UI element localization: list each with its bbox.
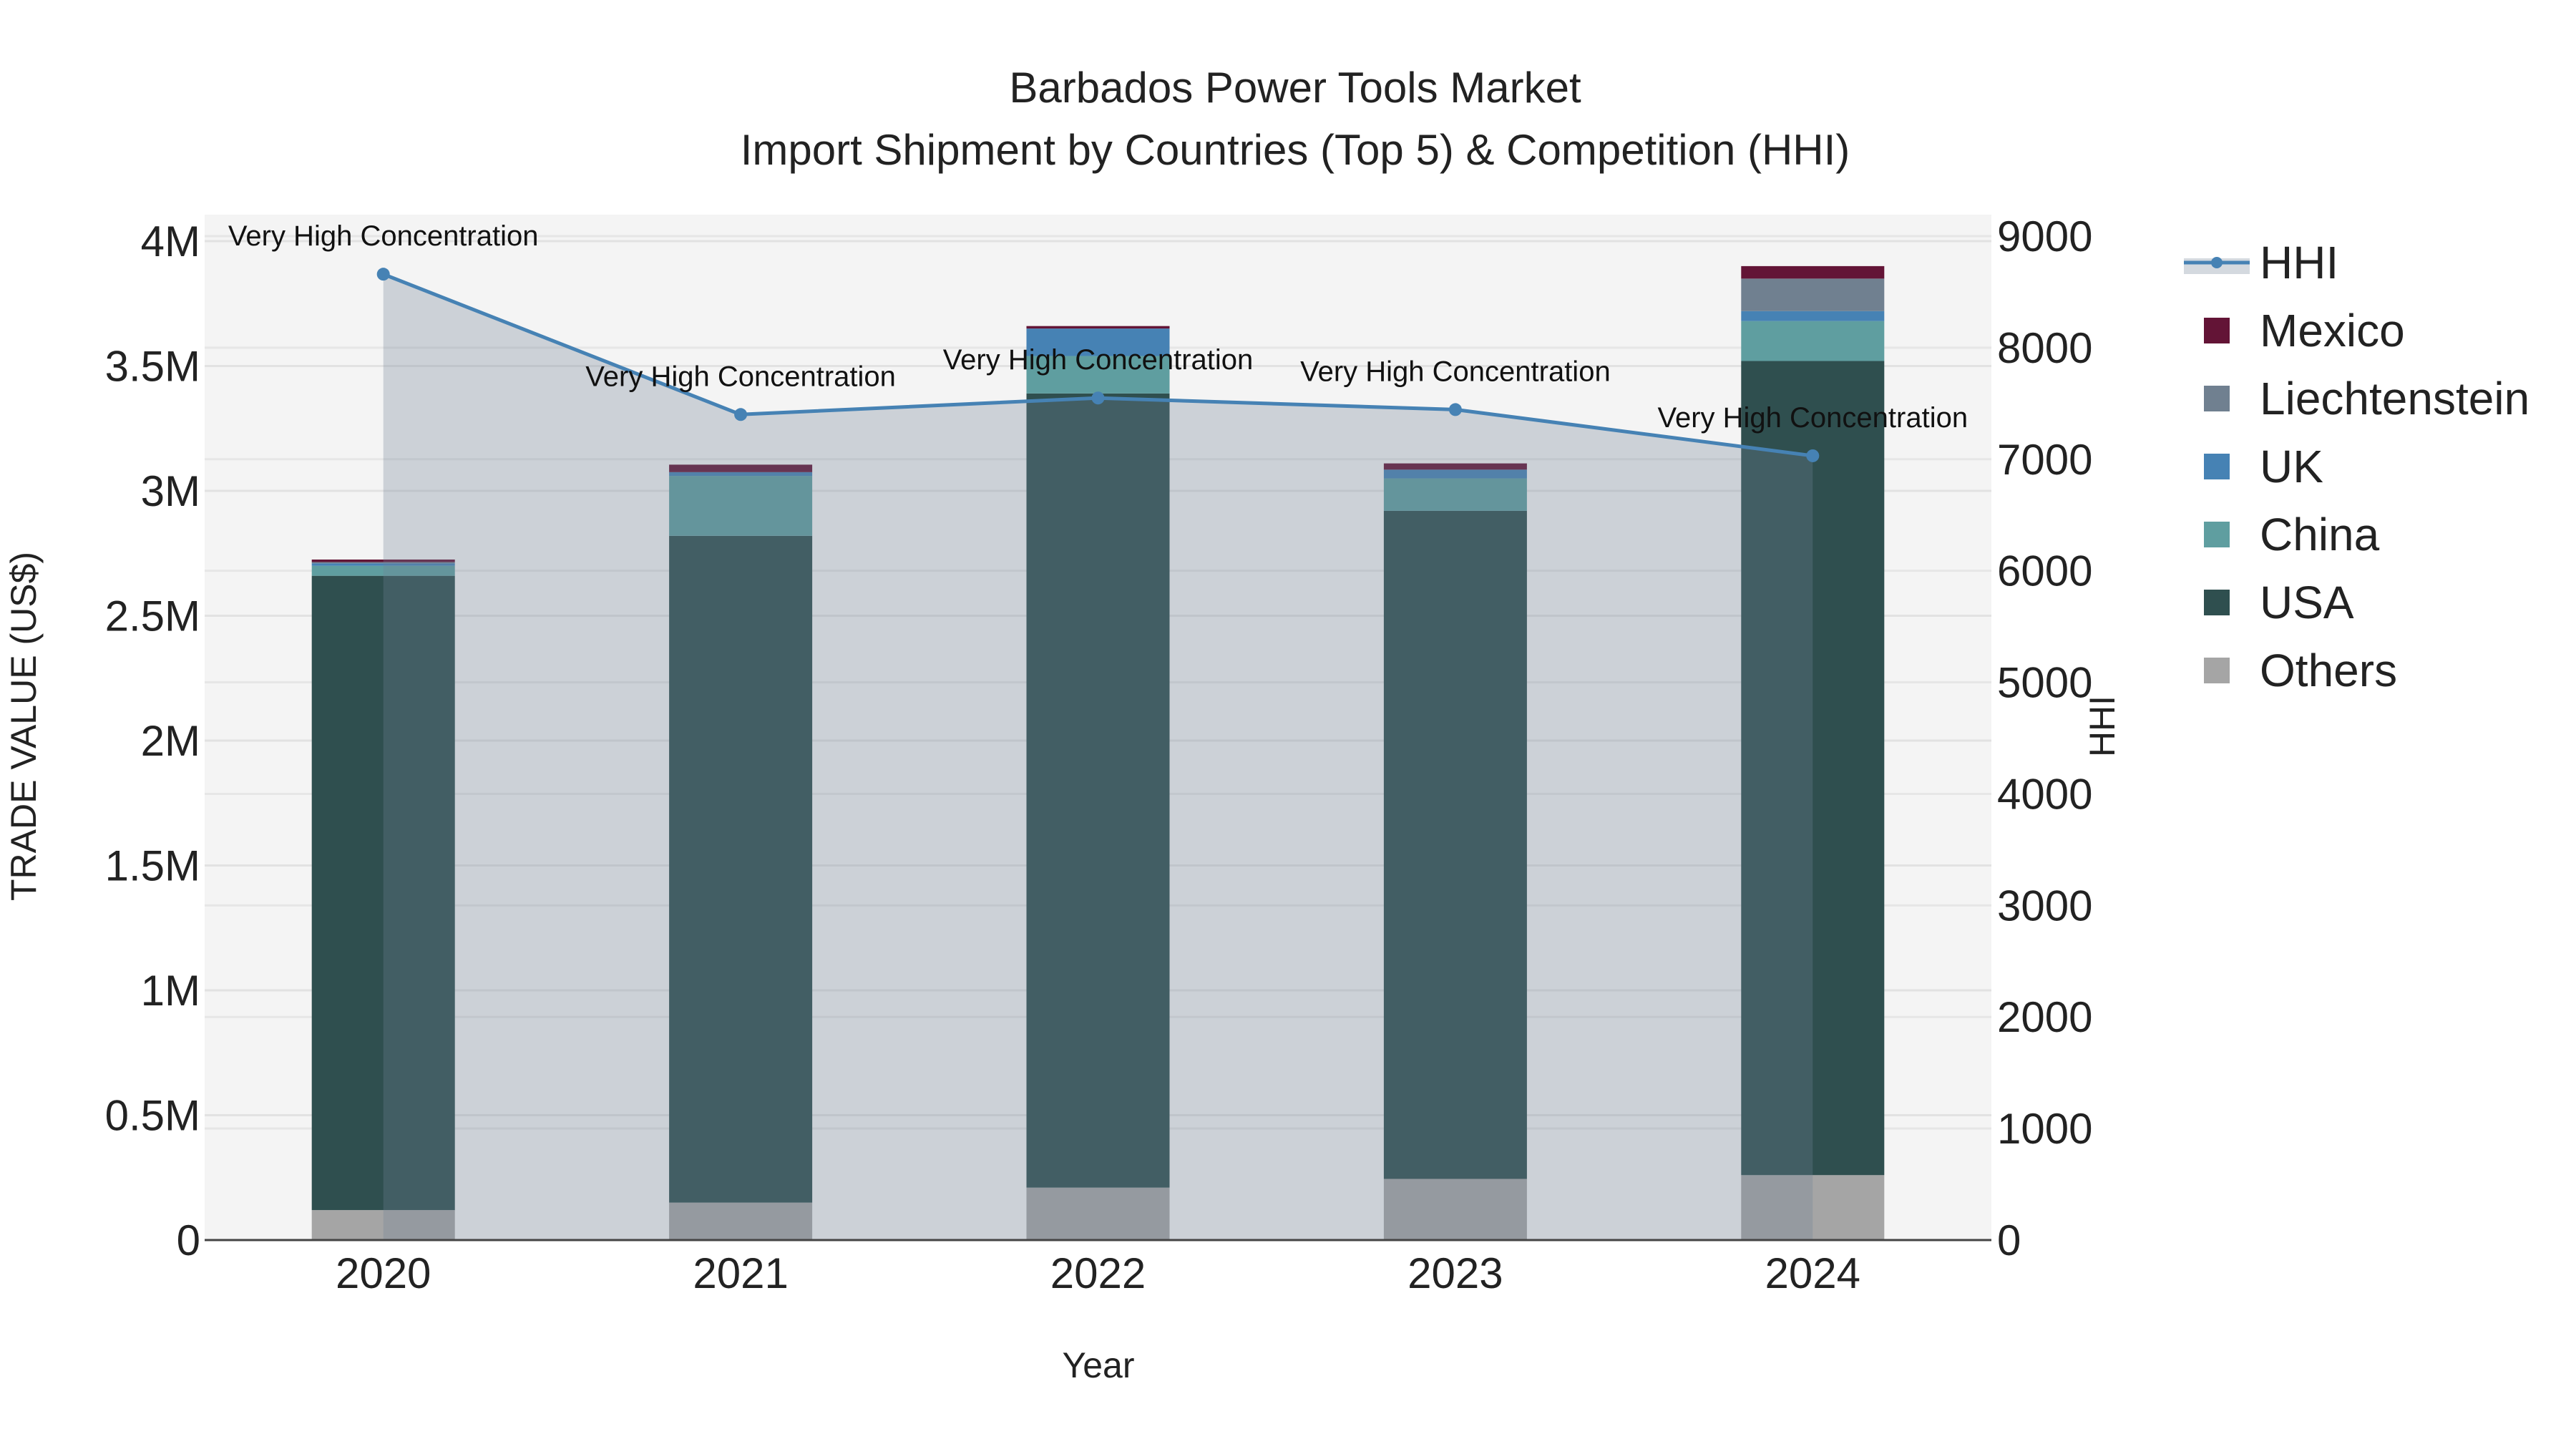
y-tick-label: 1M <box>141 967 200 1015</box>
legend-label-usa: USA <box>2260 577 2354 628</box>
hhi-point <box>376 268 390 281</box>
chart-subtitle: Import Shipment by Countries (Top 5) & C… <box>741 126 1850 174</box>
bar-mexico-2024 <box>1741 265 1885 279</box>
legend: HHI Mexico Liechtenstein UK China USA Others <box>2184 237 2529 696</box>
legend-label-uk: UK <box>2260 441 2323 492</box>
bar-china-2024 <box>1741 321 1885 361</box>
bar-liechtenstein-2024 <box>1741 278 1885 311</box>
y-axis-title: TRADE VALUE (US$) <box>4 552 44 901</box>
x-tick-label: 2021 <box>693 1249 788 1297</box>
y-tick-label: 2M <box>141 717 200 765</box>
legend-label-hhi: HHI <box>2260 237 2338 288</box>
y-tick-label: 0.5M <box>105 1092 200 1140</box>
y-tick-label: 2.5M <box>105 592 200 640</box>
hhi-annotation: Very High Concentration <box>943 344 1254 376</box>
hhi-point <box>1091 391 1105 405</box>
y-tick-label: 4M <box>141 218 200 265</box>
legend-label-others: Others <box>2260 645 2397 696</box>
y2-tick-label: 2000 <box>1997 993 2092 1041</box>
legend-label-liechtenstein: Liechtenstein <box>2260 373 2529 424</box>
chart-title: Barbados Power Tools Market <box>1009 64 1581 112</box>
hhi-annotation: Very High Concentration <box>1658 402 1968 434</box>
y2-tick-label: 0 <box>1997 1216 2021 1264</box>
y2-tick-label: 5000 <box>1997 659 2092 707</box>
y-tick-label: 3.5M <box>105 343 200 391</box>
legend-label-mexico: Mexico <box>2260 305 2405 356</box>
y-tick-label: 0 <box>177 1216 200 1264</box>
legend-swatch-liechtenstein <box>2204 386 2230 411</box>
y-tick-label: 3M <box>141 467 200 515</box>
hhi-annotation: Very High Concentration <box>585 361 896 392</box>
y2-tick-label: 8000 <box>1997 324 2092 372</box>
legend-swatch-uk <box>2204 454 2230 479</box>
y2-tick-label: 6000 <box>1997 547 2092 595</box>
y2-tick-label: 9000 <box>1997 213 2092 260</box>
legend-swatch-usa <box>2204 590 2230 615</box>
x-tick-label: 2022 <box>1050 1249 1146 1297</box>
hhi-point <box>1448 403 1462 416</box>
hhi-point <box>1806 449 1820 462</box>
y2-tick-label: 7000 <box>1997 436 2092 484</box>
hhi-annotation: Very High Concentration <box>228 220 539 252</box>
x-axis-title: Year <box>1062 1345 1134 1385</box>
hhi-point <box>734 408 748 421</box>
y2-tick-label: 1000 <box>1997 1105 2092 1153</box>
legend-swatch-china <box>2204 522 2230 547</box>
legend-hhi-marker <box>2211 257 2223 268</box>
x-tick-label: 2023 <box>1407 1249 1503 1297</box>
legend-label-china: China <box>2260 509 2380 560</box>
y-tick-label: 1.5M <box>105 842 200 890</box>
chart: Very High Concentration Very High Concent… <box>4 64 2529 1385</box>
y2-tick-label: 3000 <box>1997 882 2092 930</box>
y2-axis-title: HHI <box>2082 696 2122 757</box>
legend-swatch-others <box>2204 658 2230 683</box>
bar-uk-2024 <box>1741 311 1885 321</box>
bar-mexico-2022 <box>1026 326 1170 329</box>
y2-tick-label: 4000 <box>1997 770 2092 818</box>
hhi-annotation: Very High Concentration <box>1300 356 1611 387</box>
x-tick-label: 2020 <box>336 1249 431 1297</box>
x-tick-label: 2024 <box>1765 1249 1860 1297</box>
legend-swatch-mexico <box>2204 318 2230 343</box>
